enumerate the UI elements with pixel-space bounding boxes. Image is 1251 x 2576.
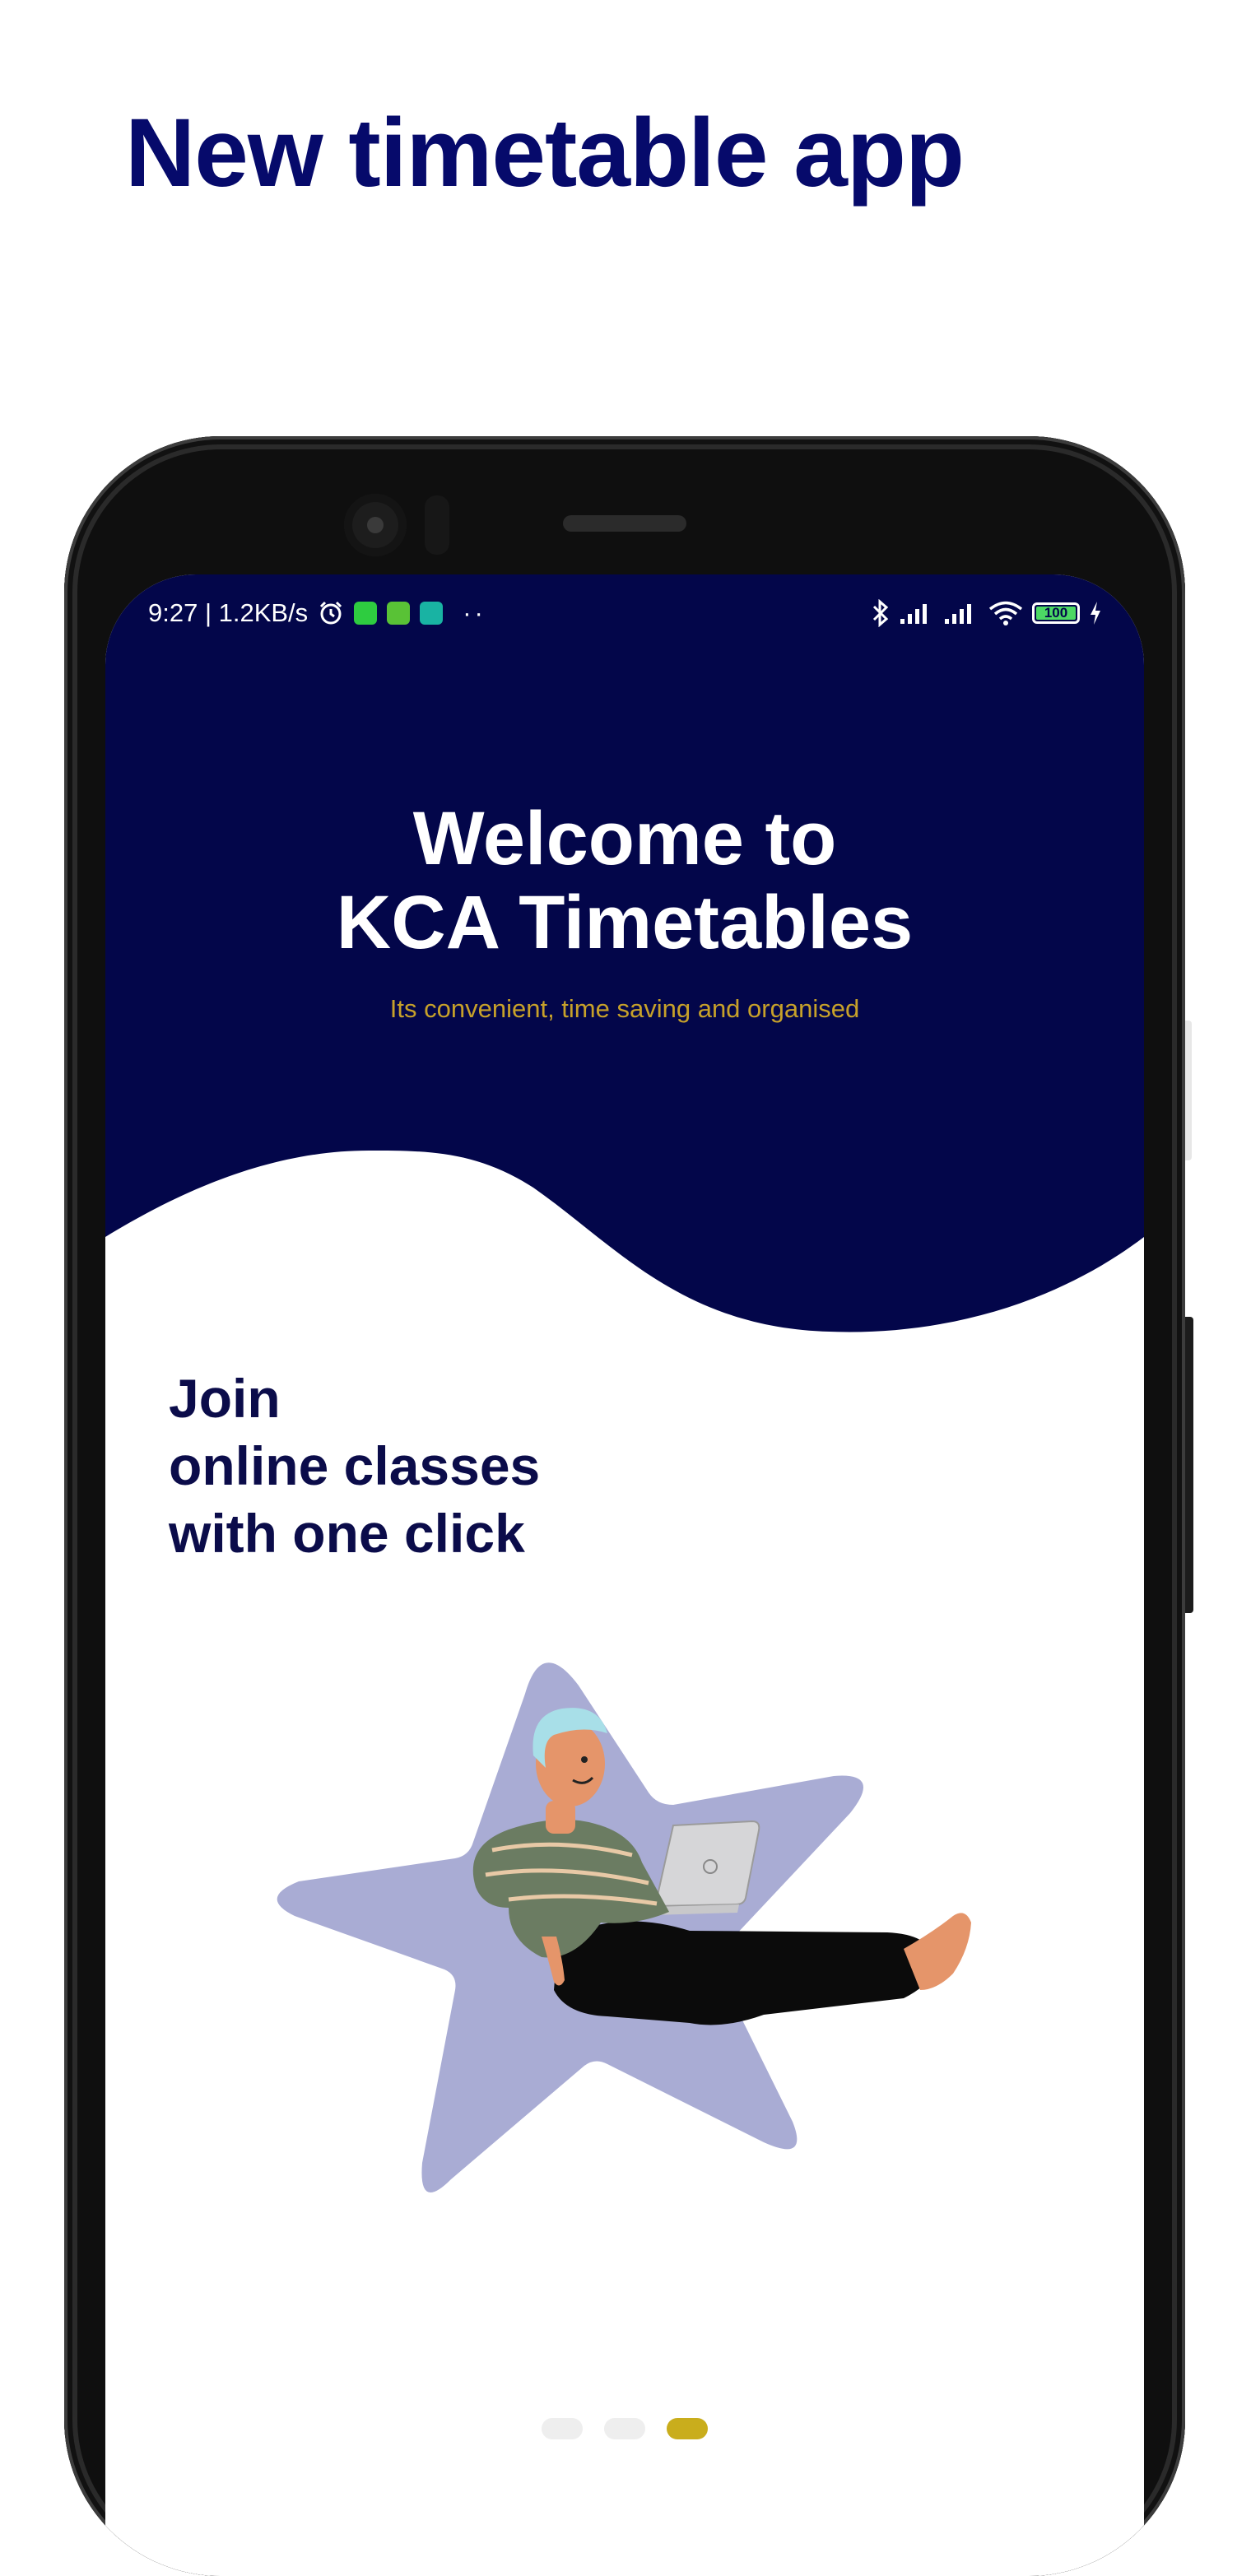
- more-notifications-icon: ··: [463, 598, 486, 627]
- shield-app-icon: [420, 602, 444, 625]
- battery-level: 100: [1044, 605, 1068, 621]
- onboarding-line-1: Join: [169, 1368, 281, 1429]
- whatsapp-icon: [354, 602, 378, 625]
- pager-dot-1[interactable]: [542, 2418, 583, 2439]
- onboarding-heading: Join online classes with one click: [169, 1365, 540, 1567]
- welcome-subtitle: Its convenient, time saving and organise…: [389, 994, 860, 1023]
- proximity-sensor: [425, 495, 449, 555]
- status-time-speed: 9:27 | 1.2KB/s: [148, 598, 309, 627]
- earpiece-speaker: [563, 515, 686, 532]
- student-laptop-illustration: [277, 1662, 971, 2192]
- onboarding-line-3: with one click: [169, 1503, 525, 1564]
- hero-wave-background: [105, 574, 1144, 1332]
- onboarding-pager: [105, 2418, 1144, 2439]
- status-bar: 9:27 | 1.2KB/s ·· 100: [148, 593, 1103, 634]
- alarm-icon: [320, 601, 342, 625]
- charging-icon: [1091, 602, 1100, 625]
- laptop-screen: [653, 1820, 760, 1908]
- bluetooth-icon: [872, 599, 889, 627]
- phone-frame: 9:27 | 1.2KB/s ·· 100 Welcome to KCA Tim…: [64, 436, 1185, 2576]
- leg-shape: [554, 1921, 937, 2025]
- signal-icon: [900, 604, 927, 624]
- pager-dot-3-active[interactable]: [667, 2418, 708, 2439]
- android-app-icon: [387, 602, 411, 625]
- onboarding-line-2: online classes: [169, 1435, 541, 1496]
- battery-icon: 100: [1032, 602, 1080, 624]
- welcome-line-1: Welcome to: [412, 797, 837, 881]
- pager-dot-2[interactable]: [604, 2418, 645, 2439]
- front-camera: [344, 494, 407, 556]
- promo-title: New timetable app: [125, 99, 965, 207]
- welcome-line-2: KCA Timetables: [336, 881, 914, 965]
- signal-icon: [945, 604, 971, 624]
- wifi-icon: [988, 601, 1023, 625]
- welcome-heading: Welcome to KCA Timetables: [105, 797, 1144, 965]
- app-screen: 9:27 | 1.2KB/s ·· 100 Welcome to KCA Tim…: [105, 574, 1144, 2576]
